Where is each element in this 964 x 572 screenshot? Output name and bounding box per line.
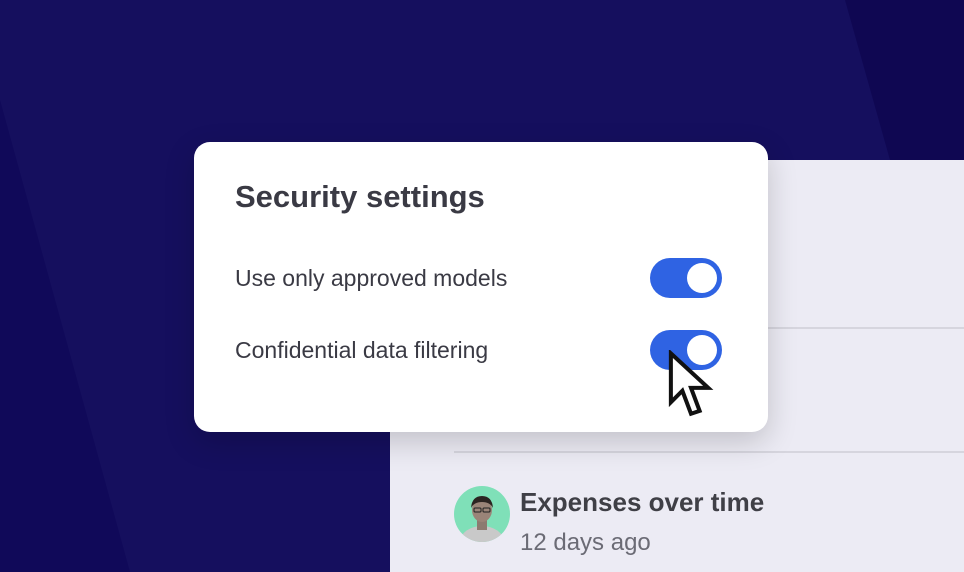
pointer-cursor-icon: [668, 350, 714, 417]
panel-divider: [454, 451, 964, 453]
toggle-knob: [687, 263, 717, 293]
user-avatar-icon: [454, 486, 510, 542]
activity-timestamp: 12 days ago: [520, 529, 651, 556]
avatar: [454, 486, 510, 542]
activity-title[interactable]: Expenses over time: [520, 486, 764, 518]
activity-item[interactable]: Expenses over time 12 days ago: [454, 486, 764, 558]
setting-label: Confidential data filtering: [235, 337, 489, 363]
setting-row-confidential-filtering: Confidential data filtering: [235, 330, 722, 370]
card-title: Security settings: [235, 179, 485, 214]
activity-text: Expenses over time 12 days ago: [520, 486, 764, 558]
approved-models-toggle[interactable]: [650, 258, 722, 298]
setting-label: Use only approved models: [235, 265, 508, 291]
setting-row-approved-models: Use only approved models: [235, 258, 722, 298]
